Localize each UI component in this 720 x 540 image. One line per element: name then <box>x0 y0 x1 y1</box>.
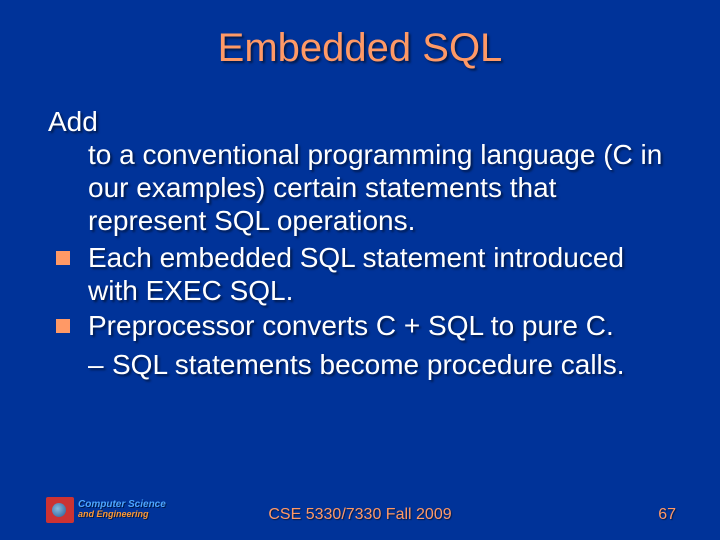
intro-paragraph: Add to a conventional programming langua… <box>48 105 672 237</box>
bullet-text: Preprocessor converts C + SQL to pure C. <box>88 309 672 342</box>
slide-title: Embedded SQL <box>48 26 672 71</box>
sub-bullet-list: – SQL statements become procedure calls. <box>48 348 672 381</box>
sub-bullet-item: – SQL statements become procedure calls. <box>88 348 672 381</box>
bullet-square-icon <box>56 319 70 333</box>
footer: Computer Science and Engineering CSE 533… <box>0 486 720 526</box>
bullet-square-icon <box>56 251 70 265</box>
footer-course: CSE 5330/7330 Fall 2009 <box>0 506 720 524</box>
bullet-item: Preprocessor converts C + SQL to pure C. <box>52 309 672 342</box>
dash-icon: – <box>88 348 104 381</box>
bullet-item: Each embedded SQL statement introduced w… <box>52 241 672 307</box>
intro-rest: to a conventional programming language (… <box>48 138 672 237</box>
slide: Embedded SQL Add to a conventional progr… <box>0 0 720 540</box>
footer-page-number: 67 <box>658 506 676 524</box>
bullet-text: Each embedded SQL statement introduced w… <box>88 241 672 307</box>
slide-body: Add to a conventional programming langua… <box>48 105 672 381</box>
intro-lead: Add <box>48 106 98 137</box>
sub-bullet-text: SQL statements become procedure calls. <box>112 349 625 380</box>
bullet-list: Each embedded SQL statement introduced w… <box>48 241 672 342</box>
